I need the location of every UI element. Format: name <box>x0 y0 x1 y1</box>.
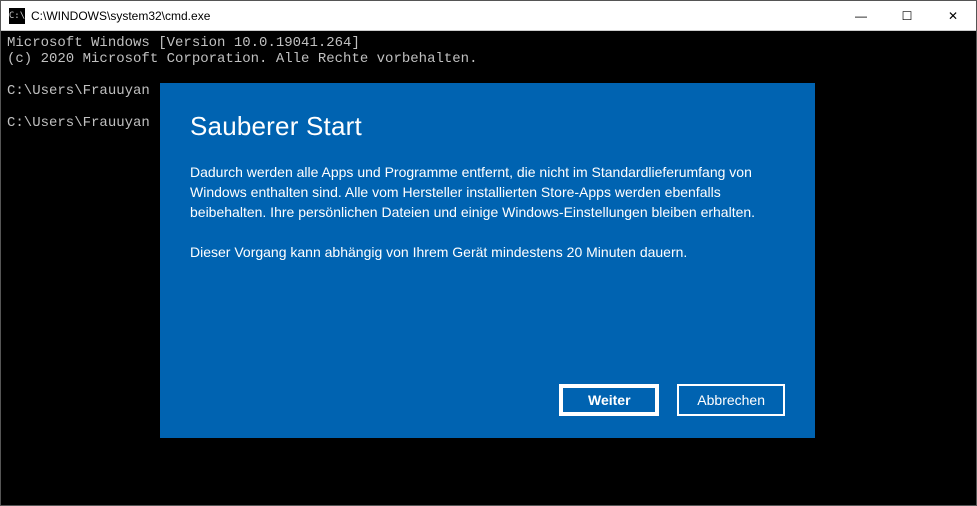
cmd-icon: C:\ <box>9 8 25 24</box>
titlebar: C:\ C:\WINDOWS\system32\cmd.exe — ☐ ✕ <box>1 1 976 31</box>
dialog-footer: Weiter Abbrechen <box>190 374 785 416</box>
dialog-body: Dadurch werden alle Apps und Programme e… <box>190 162 785 262</box>
fresh-start-dialog: Sauberer Start Dadurch werden alle Apps … <box>160 83 815 438</box>
cmd-window: C:\ C:\WINDOWS\system32\cmd.exe — ☐ ✕ Mi… <box>0 0 977 506</box>
close-button[interactable]: ✕ <box>930 1 976 31</box>
maximize-icon: ☐ <box>902 9 913 23</box>
dialog-paragraph-1: Dadurch werden alle Apps und Programme e… <box>190 162 785 222</box>
minimize-icon: — <box>855 9 867 23</box>
continue-button[interactable]: Weiter <box>559 384 659 416</box>
dialog-title: Sauberer Start <box>190 111 785 142</box>
cancel-button[interactable]: Abbrechen <box>677 384 785 416</box>
maximize-button[interactable]: ☐ <box>884 1 930 31</box>
close-icon: ✕ <box>948 9 958 23</box>
window-title: C:\WINDOWS\system32\cmd.exe <box>31 9 210 23</box>
minimize-button[interactable]: — <box>838 1 884 31</box>
dialog-paragraph-2: Dieser Vorgang kann abhängig von Ihrem G… <box>190 242 785 262</box>
